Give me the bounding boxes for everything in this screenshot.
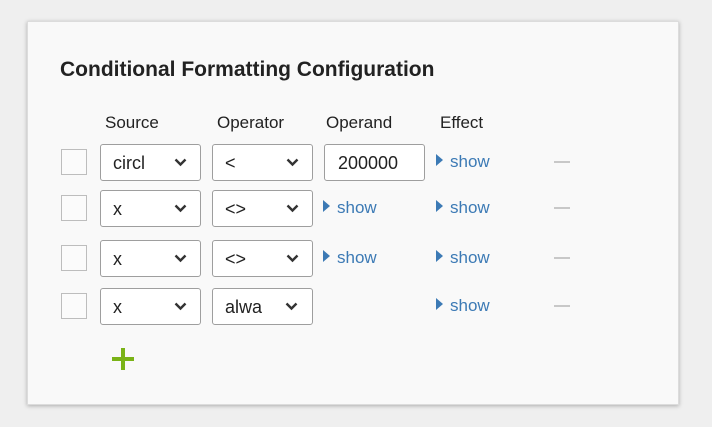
- operator-select[interactable]: alwa: [212, 288, 313, 325]
- plus-icon-stroke: [121, 348, 125, 370]
- operand-show-toggle[interactable]: show: [323, 198, 377, 218]
- caret-right-icon: [436, 250, 443, 262]
- effect-show-label: show: [450, 198, 490, 217]
- operator-select[interactable]: <>: [212, 190, 313, 227]
- rule-row: x <> show show: [28, 238, 680, 278]
- remove-rule-button[interactable]: [554, 305, 570, 307]
- chevron-down-icon: [174, 204, 187, 213]
- remove-rule-button[interactable]: [554, 161, 570, 163]
- effect-show-toggle[interactable]: show: [436, 152, 490, 172]
- source-select[interactable]: x: [100, 288, 201, 325]
- source-select-value: x: [113, 249, 122, 269]
- operator-select-value: alwa: [225, 297, 263, 317]
- operator-select-value: <>: [225, 199, 247, 219]
- chevron-down-icon: [286, 158, 299, 167]
- add-rule-button[interactable]: [112, 348, 134, 370]
- effect-show-label: show: [450, 296, 490, 315]
- rule-row: circl < 200000 show: [28, 142, 680, 182]
- effect-show-label: show: [450, 248, 490, 267]
- chevron-down-icon: [174, 302, 187, 311]
- remove-rule-button[interactable]: [554, 207, 570, 209]
- rule-checkbox[interactable]: [61, 245, 87, 271]
- effect-show-toggle[interactable]: show: [436, 296, 490, 316]
- column-header-effect: Effect: [440, 113, 484, 132]
- rule-checkbox[interactable]: [61, 195, 87, 221]
- caret-right-icon: [436, 154, 443, 166]
- caret-right-icon: [323, 200, 330, 212]
- source-select[interactable]: x: [100, 190, 201, 227]
- conditional-formatting-panel: Conditional Formatting Configuration Sou…: [27, 21, 679, 405]
- chevron-down-icon: [286, 254, 299, 263]
- operand-input-value: 200000: [338, 153, 399, 173]
- chevron-down-icon: [285, 302, 298, 311]
- chevron-down-icon: [174, 158, 187, 167]
- chevron-down-icon: [286, 204, 299, 213]
- column-header-operator: Operator: [217, 113, 285, 132]
- source-select-value: x: [113, 199, 122, 219]
- source-select[interactable]: x: [100, 240, 201, 277]
- source-select[interactable]: circl: [100, 144, 201, 181]
- operator-select[interactable]: <>: [212, 240, 313, 277]
- rule-checkbox[interactable]: [61, 293, 87, 319]
- caret-right-icon: [323, 250, 330, 262]
- effect-show-toggle[interactable]: show: [436, 198, 490, 218]
- operator-select[interactable]: <: [212, 144, 313, 181]
- column-header-source: Source: [105, 113, 159, 132]
- source-select-value: x: [113, 297, 122, 317]
- panel-title: Conditional Formatting Configuration: [60, 58, 435, 81]
- operand-show-label: show: [337, 198, 377, 217]
- operator-select-value: <: [225, 153, 236, 173]
- caret-right-icon: [436, 298, 443, 310]
- rule-row: x <> show show: [28, 188, 680, 228]
- source-select-value: circl: [113, 153, 145, 173]
- effect-show-label: show: [450, 152, 490, 171]
- operand-show-label: show: [337, 248, 377, 267]
- effect-show-toggle[interactable]: show: [436, 248, 490, 268]
- operand-input[interactable]: 200000: [324, 144, 425, 181]
- rule-checkbox[interactable]: [61, 149, 87, 175]
- column-header-operand: Operand: [326, 113, 393, 132]
- remove-rule-button[interactable]: [554, 257, 570, 259]
- chevron-down-icon: [174, 254, 187, 263]
- operator-select-value: <>: [225, 249, 247, 269]
- caret-right-icon: [436, 200, 443, 212]
- operand-show-toggle[interactable]: show: [323, 248, 377, 268]
- rule-row: x alwa show: [28, 286, 680, 326]
